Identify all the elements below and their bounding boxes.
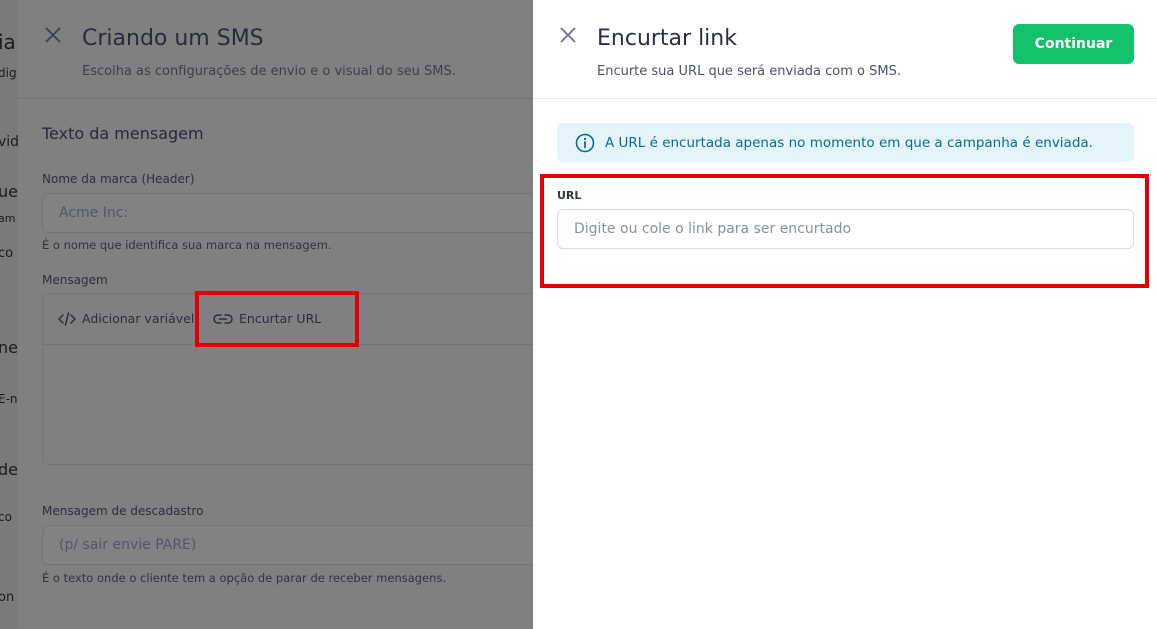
bg-fragment: ia [0,30,16,54]
info-banner: A URL é encurtada apenas no momento em q… [557,123,1134,162]
message-label: Mensagem [42,273,108,287]
background-page: ia dig vid ue am co ne E-n de co on [0,0,18,629]
bg-fragment: de [0,460,18,479]
bg-fragment: vid [0,134,18,150]
info-icon [575,133,595,153]
drawer-subtitle: Encurte sua URL que será enviada com o S… [597,64,901,79]
bg-fragment: ne [0,338,18,357]
drawer-title: Encurtar link [597,26,737,51]
bg-fragment: E-n [0,392,18,406]
bg-fragment: am [0,212,16,225]
bg-fragment: co [0,246,14,261]
bg-fragment: on [0,590,15,605]
drawer-close-icon[interactable] [559,26,577,48]
unsubscribe-value: (p/ sair envie PARE) [59,537,197,553]
bg-fragment: co [0,510,12,524]
bg-fragment: ue [0,182,18,201]
brand-value: Acme Inc: [59,205,129,221]
code-icon [58,311,76,326]
add-variable-label: Adicionar variável [82,311,195,326]
continue-button[interactable]: Continuar [1013,24,1134,64]
modal-title: Criando um SMS [82,26,264,51]
modal-header: Criando um SMS Escolha as configurações … [18,0,558,99]
add-variable-button[interactable]: Adicionar variável [58,311,194,326]
brand-field[interactable]: Acme Inc: [42,193,542,233]
shorten-link-drawer: Encurtar link Encurte sua URL que será e… [533,0,1157,629]
url-field-highlight [540,174,1149,288]
unsubscribe-field[interactable]: (p/ sair envie PARE) [42,525,542,565]
drawer-header: Encurtar link Encurte sua URL que será e… [533,0,1157,99]
shorten-url-highlight [195,291,359,347]
modal-close-icon[interactable] [44,26,62,48]
brand-help: É o nome que identifica sua marca na men… [42,238,332,252]
unsubscribe-help: É o texto onde o cliente tem a opção de … [42,571,447,585]
info-text: A URL é encurtada apenas no momento em q… [605,134,1093,151]
brand-label: Nome da marca (Header) [42,172,195,186]
unsubscribe-label: Mensagem de descadastro [42,504,204,518]
modal-subtitle: Escolha as configurações de envio e o vi… [82,64,456,79]
bg-fragment: dig [0,66,17,80]
section-title: Texto da mensagem [42,124,204,143]
